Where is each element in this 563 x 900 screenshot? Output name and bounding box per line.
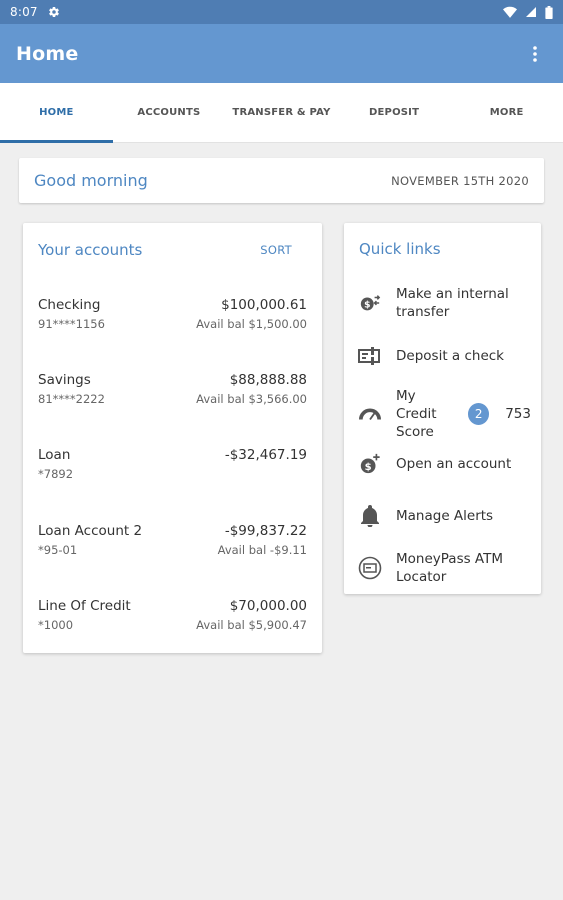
account-row-line-of-credit[interactable]: Line Of Credit *1000 $70,000.00 Avail ba…: [38, 598, 307, 654]
account-number: 91****1156: [38, 317, 105, 331]
account-name: Savings: [38, 372, 91, 388]
account-balance: -$32,467.19: [224, 447, 307, 463]
quick-link-deposit-check[interactable]: Deposit a check: [358, 344, 531, 368]
svg-text:$: $: [365, 462, 372, 473]
account-row-loan-account-2[interactable]: Loan Account 2 *95-01 -$99,837.22 Avail …: [38, 523, 307, 579]
status-time: 8:07: [10, 5, 38, 19]
quick-links-title: Quick links: [359, 240, 441, 258]
quick-link-atm-locator[interactable]: MoneyPass ATM Locator: [358, 550, 531, 586]
quick-link-manage-alerts[interactable]: Manage Alerts: [358, 504, 531, 528]
gauge-icon: [358, 402, 382, 426]
account-row-loan[interactable]: Loan *7892 -$32,467.19: [38, 447, 307, 503]
overflow-menu-icon[interactable]: [523, 42, 547, 66]
tab-label: TRANSFER & PAY: [232, 107, 331, 118]
tab-home[interactable]: HOME: [0, 83, 113, 143]
bell-icon: [358, 504, 382, 528]
account-balance: $70,000.00: [229, 598, 307, 614]
battery-icon: [545, 5, 553, 19]
credit-score-value: 753: [505, 406, 531, 422]
tab-more[interactable]: MORE: [450, 83, 563, 142]
check-icon: [358, 344, 382, 368]
account-number: 81****2222: [38, 392, 105, 406]
quick-link-label: Deposit a check: [396, 348, 504, 364]
account-number: *1000: [38, 618, 74, 632]
tab-bar: HOME ACCOUNTS TRANSFER & PAY DEPOSIT MOR…: [0, 83, 563, 143]
quick-link-label: MoneyPass ATM Locator: [396, 551, 504, 585]
account-number: *95-01: [38, 543, 78, 557]
account-number: *7892: [38, 467, 74, 481]
account-row-savings[interactable]: Savings 81****2222 $88,888.88 Avail bal …: [38, 372, 307, 428]
tab-transfer-pay[interactable]: TRANSFER & PAY: [225, 83, 338, 142]
wifi-icon: [503, 6, 517, 18]
credit-score-badge: 2: [468, 403, 490, 425]
atm-icon: [358, 556, 382, 580]
quick-link-open-account[interactable]: $ Open an account: [358, 452, 531, 476]
account-available: Avail bal -$9.11: [217, 543, 307, 557]
greeting-date: NOVEMBER 15TH 2020: [391, 173, 529, 188]
quick-link-label: Open an account: [396, 456, 512, 472]
accounts-header: Your accounts SORT: [38, 240, 307, 260]
account-name: Line Of Credit: [38, 598, 131, 614]
page-title: Home: [16, 42, 79, 65]
tab-label: ACCOUNTS: [137, 107, 201, 118]
account-balance: -$99,837.22: [224, 523, 307, 539]
quick-link-label: My Credit Score: [396, 388, 437, 440]
quick-links-card: Quick links $ Make an internal transfer …: [344, 223, 541, 594]
account-available: Avail bal $1,500.00: [196, 317, 307, 331]
dollar-plus-icon: $: [358, 452, 382, 476]
account-balance: $100,000.61: [221, 297, 307, 313]
account-available: Avail bal $5,900.47: [196, 618, 307, 632]
tab-accounts[interactable]: ACCOUNTS: [113, 83, 226, 142]
settings-gear-icon: [48, 6, 60, 18]
sort-button[interactable]: SORT: [260, 243, 292, 257]
account-balance: $88,888.88: [229, 372, 307, 388]
signal-icon: [525, 6, 537, 18]
svg-text:$: $: [364, 300, 370, 311]
transfer-icon: $: [358, 291, 382, 315]
accounts-card: Your accounts SORT Checking 91****1156 $…: [23, 223, 322, 653]
tab-label: DEPOSIT: [369, 107, 420, 118]
app-bar: Home: [0, 24, 563, 83]
tab-label: HOME: [39, 107, 74, 118]
account-name: Loan Account 2: [38, 523, 143, 539]
quick-link-label: Manage Alerts: [396, 508, 494, 524]
status-bar: 8:07: [0, 0, 563, 24]
quick-link-label: Make an internal transfer: [396, 286, 509, 320]
tab-deposit[interactable]: DEPOSIT: [338, 83, 451, 142]
account-name: Loan: [38, 447, 71, 463]
account-row-checking[interactable]: Checking 91****1156 $100,000.61 Avail ba…: [38, 297, 307, 353]
quick-link-credit-score[interactable]: My Credit Score 2 753: [358, 387, 531, 441]
account-name: Checking: [38, 297, 101, 313]
quick-link-transfer[interactable]: $ Make an internal transfer: [358, 285, 531, 321]
account-available: Avail bal $3,566.00: [196, 392, 307, 406]
greeting-card: Good morning NOVEMBER 15TH 2020: [19, 158, 544, 203]
accounts-title: Your accounts: [38, 241, 143, 259]
tab-label: MORE: [489, 107, 524, 118]
greeting-text: Good morning: [34, 171, 148, 190]
